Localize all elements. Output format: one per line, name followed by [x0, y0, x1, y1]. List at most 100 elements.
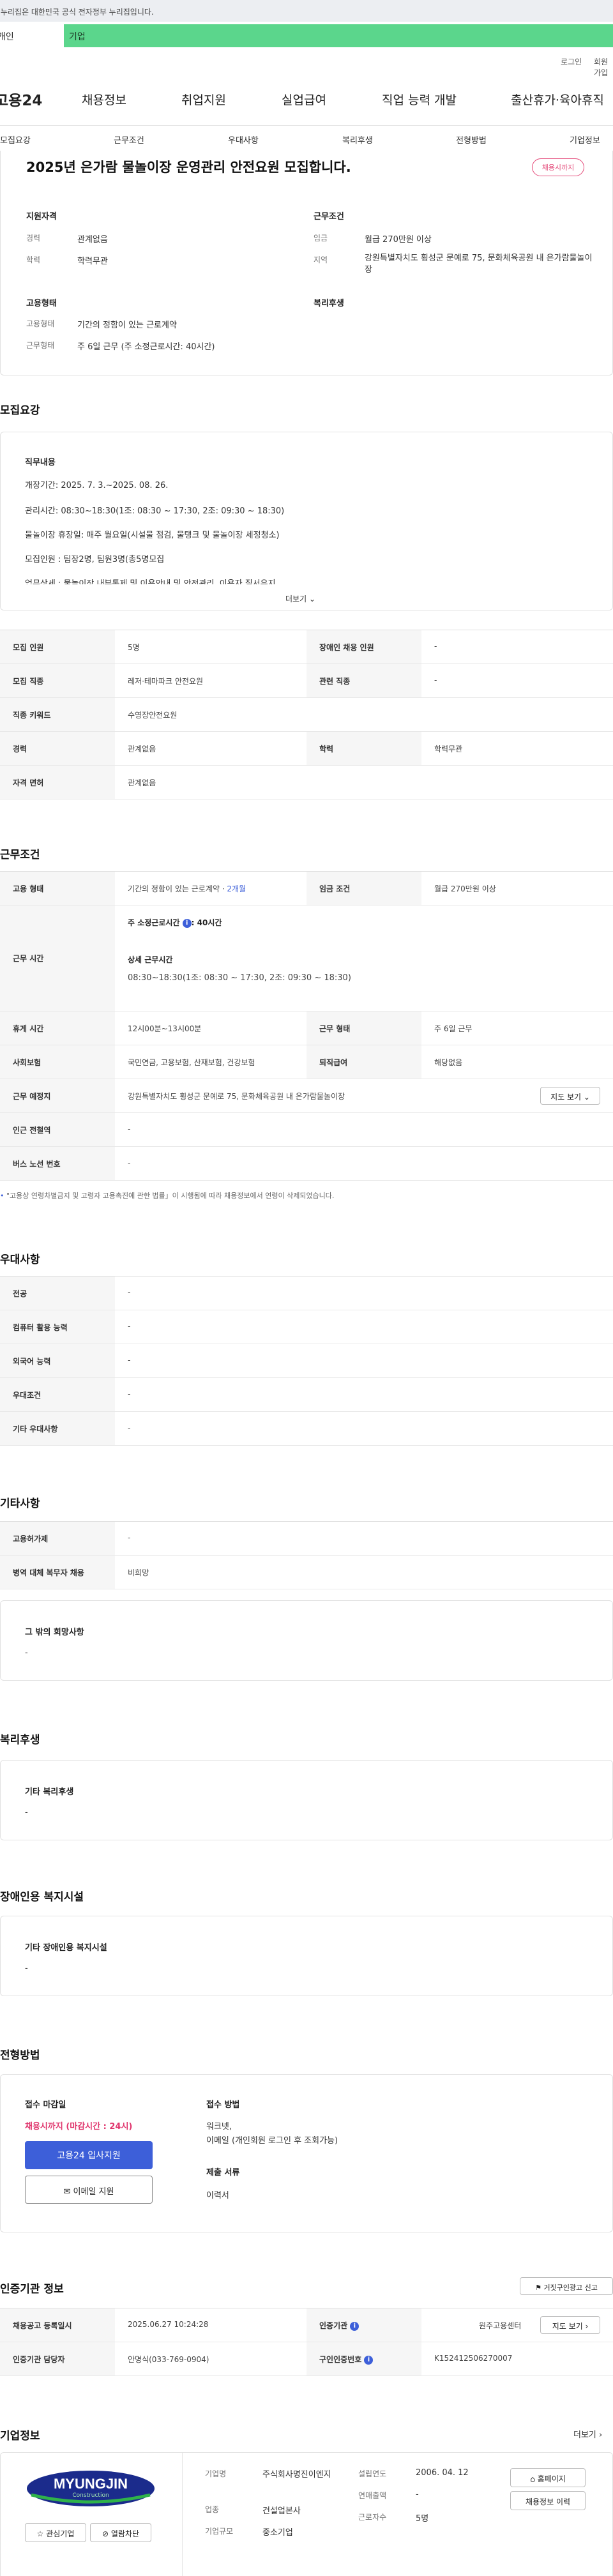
cell-key: 임금 조건 [306, 872, 421, 905]
other-wishes-value: - [25, 1648, 28, 1658]
subnav-welfare[interactable]: 복리후생 [342, 133, 373, 146]
cell-value: 12시00분~13시00분 [128, 1024, 202, 1033]
method-heading: 접수 방법 [206, 2100, 240, 2110]
cell-key: 자격 면허 [0, 766, 115, 799]
chevron-down-icon: ⌄ [583, 1093, 590, 1102]
site-logo[interactable]: 고용24 [0, 88, 42, 110]
subnav-company[interactable]: 기업정보 [570, 133, 600, 146]
cert-map-button[interactable]: 지도 보기 › [540, 2316, 600, 2334]
qual-value: 관계없음 [77, 235, 108, 245]
cell-key: 근무 시간 [0, 905, 115, 1011]
company-value: 5명 [416, 2514, 429, 2524]
cell-value: 관계없음 [128, 778, 156, 787]
age-notice: • "고용상 연령차별금지 및 고령자 고용촉진에 관한 법률」이 시행됨에 따… [0, 1192, 335, 1200]
favorite-company-button[interactable]: ☆ 관심기업 [25, 2523, 86, 2542]
chevron-right-icon: › [585, 2322, 589, 2331]
welfare-heading: 복리후생 [314, 299, 344, 308]
cell-value: 월급 270만원 이상 [434, 884, 496, 893]
apply-button[interactable]: 고용24 입사지원 [25, 2141, 153, 2169]
qual-value: 학력무관 [77, 257, 108, 266]
cell-value: 5명 [128, 643, 140, 652]
section-title-apply: 전형방법 [0, 2049, 40, 2062]
cell-value: 안명식(033-769-0904) [128, 2355, 209, 2364]
qual-key: 학력 [26, 255, 41, 264]
subnav-pref[interactable]: 우대사항 [228, 133, 259, 146]
docs-value: 이력서 [206, 2191, 229, 2201]
company-key: 연매출액 [358, 2491, 387, 2500]
cond-key: 지역 [314, 255, 328, 264]
disabled-heading: 기타 장애인용 복지시설 [25, 1943, 107, 1953]
cell-key: 모집 직종 [0, 664, 115, 697]
cell-key: 사회보험 [0, 1045, 115, 1079]
emp-key: 고용형태 [26, 319, 55, 328]
info-icon[interactable]: i [350, 2321, 359, 2331]
cond-value: 강원특별자치도 횡성군 문예로 75, 문화체육공원 내 은가람물놀이장 [365, 254, 593, 275]
cond-value: 월급 270만원 이상 [365, 235, 432, 245]
company-more-link[interactable]: 더보기 › [573, 2428, 602, 2440]
disabled-value: - [25, 1964, 28, 1973]
subnav-work[interactable]: 근무조건 [114, 133, 144, 146]
apply-card: 접수 마감일 채용시까지 (마감시간 : 24시) 고용24 입사지원 ✉ 이메… [0, 2074, 613, 2232]
cell-value: - [434, 676, 437, 685]
info-icon[interactable]: i [364, 2355, 374, 2365]
cell-value: - [128, 1288, 131, 1297]
method-value: 이메일 (개인회원 로그인 후 조회가능) [206, 2136, 338, 2146]
section-title-recruit: 모집요강 [0, 404, 40, 417]
mail-icon: ✉ [63, 2187, 71, 2197]
home-icon: ⌂ [530, 2474, 535, 2483]
more-button[interactable]: 더보기 ⌄ [285, 593, 315, 604]
pref-table: 전공 - 컴퓨터 활용 능력 - 외국어 능력 - 우대조건 - 기타 우대사항 - [0, 1276, 613, 1446]
cell-value: 수영장안전요원 [128, 711, 178, 720]
cell-value: - [128, 1423, 131, 1432]
chevron-right-icon: › [599, 2430, 603, 2440]
etc-table: 고용허가제 - 병역 대체 복무자 채용 비희망 [0, 1521, 613, 1589]
homepage-button[interactable]: ⌂ 홈페이지 [510, 2468, 586, 2487]
cell-key: 고용 형태 [0, 872, 115, 905]
cell-key: 장애인 채용 인원 [306, 630, 421, 663]
gnb-item-unemployment-benefit[interactable]: 실업급여 [282, 91, 326, 108]
gnb-item-job-training[interactable]: 직업 능력 개발 [382, 91, 457, 108]
hours-detail-heading: 상세 근무시간 [128, 955, 173, 964]
welfare-heading: 기타 복리후생 [25, 1787, 74, 1797]
cell-value: - [434, 642, 437, 651]
login-link[interactable]: 로그인 [561, 56, 582, 67]
section-title-etc: 기타사항 [0, 1497, 40, 1510]
gnb-item-employment-support[interactable]: 취업지원 [181, 91, 226, 108]
disabled-card: 기타 장애인용 복지시설 - [0, 1916, 613, 1996]
block-company-button[interactable]: ⊘ 열람차단 [90, 2523, 151, 2542]
section-title-disabled: 장애인용 복지시설 [0, 1891, 84, 1904]
info-icon[interactable]: i [182, 918, 192, 928]
welfare-value: - [25, 1808, 28, 1817]
gnb-item-parental-leave[interactable]: 출산휴가·육아휴직 [511, 91, 604, 108]
subnav-apply[interactable]: 전형방법 [456, 133, 487, 146]
cell-key: 인증기관 i [306, 2308, 421, 2342]
email-apply-button[interactable]: ✉ 이메일 지원 [25, 2176, 153, 2204]
map-button[interactable]: 지도 보기 ⌄ [540, 1087, 600, 1105]
tab-person[interactable]: 개인 [0, 24, 64, 47]
cell-key: 구인인증번호 i [306, 2342, 421, 2375]
section-title-cert: 인증기관 정보 [0, 2283, 64, 2296]
subnav-recruit[interactable]: 모집요강 [0, 133, 31, 146]
cell-key: 관련 직종 [306, 664, 421, 697]
job-title: 2025년 은가람 물놀이장 운영관리 안전요원 모집합니다. [26, 160, 351, 175]
duty-line: 물놀이장 휴장일: 매주 월요일(시설물 점검, 물탱크 및 물놀이장 세정청소… [25, 531, 280, 540]
hours-weekly: 주 소정근로시간 i: 40시간 [128, 918, 222, 928]
job-history-button[interactable]: 채용정보 이력 [510, 2491, 586, 2510]
gnb-item-jobs[interactable]: 채용정보 [82, 91, 126, 108]
qual-key: 경력 [26, 234, 41, 243]
signup-link[interactable]: 회원가입 [594, 56, 613, 78]
cell-key: 버스 노선 번호 [0, 1147, 115, 1180]
report-fake-ad-button[interactable]: ⚑ 거짓구인광고 신고 [520, 2277, 613, 2295]
cell-value: - [128, 1125, 131, 1133]
employment-type-heading: 고용형태 [26, 299, 57, 308]
cell-key: 인증기관 담당자 [0, 2342, 115, 2375]
duty-line: 관리시간: 08:30~18:30(1조: 08:30 ~ 17:30, 2조:… [25, 506, 285, 516]
member-type-tabs: 개인 기업 [0, 24, 613, 47]
work-table: 고용 형태 기간의 정함이 있는 근로계약 · 2개월 임금 조건 월급 270… [0, 871, 613, 1181]
section-nav: 모집요강 근무조건 우대사항 복리후생 전형방법 기업정보 [0, 125, 613, 152]
company-key: 업종 [205, 2505, 220, 2514]
cell-value: 2025.06.27 10:24:28 [128, 2320, 209, 2329]
cell-value: 국민연금, 고용보험, 산재보험, 건강보험 [128, 1058, 255, 1067]
tab-company[interactable]: 기업 [64, 24, 613, 47]
company-card: MYUNGJIN Construction ☆ 관심기업 ⊘ 열람차단 기업명 … [0, 2452, 613, 2576]
